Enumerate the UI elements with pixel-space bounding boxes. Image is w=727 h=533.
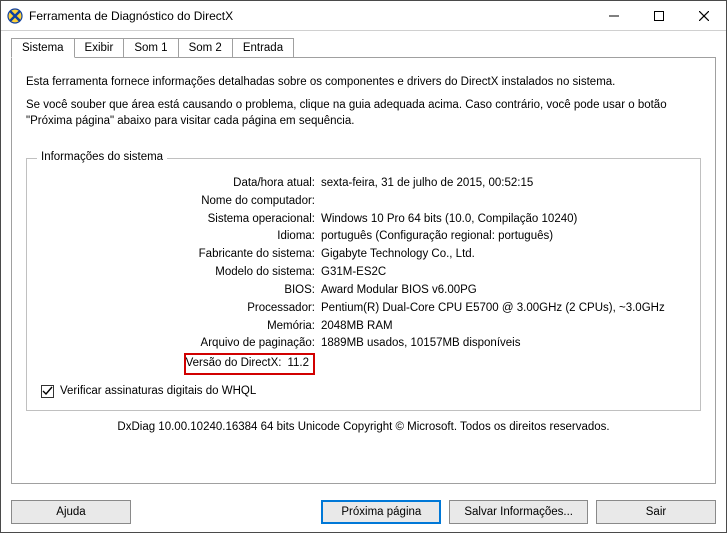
close-icon xyxy=(699,11,709,21)
row-computer: Nome do computador: xyxy=(41,193,686,211)
button-bar: Ajuda Próxima página Salvar Informações.… xyxy=(1,492,726,532)
whql-checkbox-row[interactable]: Verificar assinaturas digitais do WHQL xyxy=(41,385,686,398)
label-pagefile: Arquivo de paginação: xyxy=(41,335,321,353)
minimize-icon xyxy=(609,11,619,21)
window-title: Ferramenta de Diagnóstico do DirectX xyxy=(29,9,591,23)
tab-sound2[interactable]: Som 2 xyxy=(178,38,233,58)
value-processor: Pentium(R) Dual-Core CPU E5700 @ 3.00GHz… xyxy=(321,300,686,318)
row-manufacturer: Fabricante do sistema: Gigabyte Technolo… xyxy=(41,246,686,264)
label-datetime: Data/hora atual: xyxy=(41,175,321,193)
label-model: Modelo do sistema: xyxy=(41,264,321,282)
label-memory: Memória: xyxy=(41,318,321,336)
window-controls xyxy=(591,1,726,30)
group-legend: Informações do sistema xyxy=(37,151,167,163)
label-manufacturer: Fabricante do sistema: xyxy=(41,246,321,264)
tab-system[interactable]: Sistema xyxy=(11,38,75,58)
intro-text: Esta ferramenta fornece informações deta… xyxy=(26,68,701,136)
label-directx: Versão do DirectX: xyxy=(186,355,288,373)
titlebar: Ferramenta de Diagnóstico do DirectX xyxy=(1,1,726,31)
value-datetime: sexta-feira, 31 de julho de 2015, 00:52:… xyxy=(321,175,686,193)
tab-input[interactable]: Entrada xyxy=(232,38,294,58)
row-memory: Memória: 2048MB RAM xyxy=(41,318,686,336)
footer-text: DxDiag 10.00.10240.16384 64 bits Unicode… xyxy=(26,421,701,433)
tab-panel-system: Esta ferramenta fornece informações deta… xyxy=(11,57,716,484)
row-directx: Versão do DirectX: 11.2 xyxy=(41,353,686,375)
intro-p1: Esta ferramenta fornece informações deta… xyxy=(26,74,701,91)
row-datetime: Data/hora atual: sexta-feira, 31 de julh… xyxy=(41,175,686,193)
value-language: português (Configuração regional: portug… xyxy=(321,228,686,246)
checkmark-icon xyxy=(42,386,53,397)
row-language: Idioma: português (Configuração regional… xyxy=(41,228,686,246)
help-button[interactable]: Ajuda xyxy=(11,500,131,524)
value-model: G31M-ES2C xyxy=(321,264,686,282)
value-bios: Award Modular BIOS v6.00PG xyxy=(321,282,686,300)
exit-button[interactable]: Sair xyxy=(596,500,716,524)
close-button[interactable] xyxy=(681,1,726,30)
row-os: Sistema operacional: Windows 10 Pro 64 b… xyxy=(41,211,686,229)
minimize-button[interactable] xyxy=(591,1,636,30)
value-os: Windows 10 Pro 64 bits (10.0, Compilação… xyxy=(321,211,686,229)
tab-strip: Sistema Exibir Som 1 Som 2 Entrada xyxy=(11,37,716,57)
maximize-icon xyxy=(654,11,664,21)
content-area: Sistema Exibir Som 1 Som 2 Entrada Esta … xyxy=(1,31,726,492)
system-info-group: Informações do sistema Data/hora atual: … xyxy=(26,158,701,411)
save-info-button[interactable]: Salvar Informações... xyxy=(449,500,588,524)
tab-display[interactable]: Exibir xyxy=(74,38,125,58)
label-bios: BIOS: xyxy=(41,282,321,300)
row-bios: BIOS: Award Modular BIOS v6.00PG xyxy=(41,282,686,300)
value-computer xyxy=(321,193,686,211)
value-manufacturer: Gigabyte Technology Co., Ltd. xyxy=(321,246,686,264)
value-pagefile: 1889MB usados, 10157MB disponíveis xyxy=(321,335,686,353)
value-memory: 2048MB RAM xyxy=(321,318,686,336)
next-page-button[interactable]: Próxima página xyxy=(321,500,441,524)
row-processor: Processador: Pentium(R) Dual-Core CPU E5… xyxy=(41,300,686,318)
tab-sound1[interactable]: Som 1 xyxy=(123,38,178,58)
label-os: Sistema operacional: xyxy=(41,211,321,229)
whql-checkbox[interactable] xyxy=(41,385,54,398)
label-processor: Processador: xyxy=(41,300,321,318)
maximize-button[interactable] xyxy=(636,1,681,30)
value-directx: 11.2 xyxy=(287,355,309,373)
label-language: Idioma: xyxy=(41,228,321,246)
row-pagefile: Arquivo de paginação: 1889MB usados, 101… xyxy=(41,335,686,353)
row-model: Modelo do sistema: G31M-ES2C xyxy=(41,264,686,282)
intro-p2: Se você souber que área está causando o … xyxy=(26,97,701,130)
label-computer: Nome do computador: xyxy=(41,193,321,211)
directx-highlight: Versão do DirectX: 11.2 xyxy=(184,353,315,375)
window: Ferramenta de Diagnóstico do DirectX Sis… xyxy=(0,0,727,533)
whql-checkbox-label: Verificar assinaturas digitais do WHQL xyxy=(60,385,256,397)
app-icon xyxy=(7,8,23,24)
